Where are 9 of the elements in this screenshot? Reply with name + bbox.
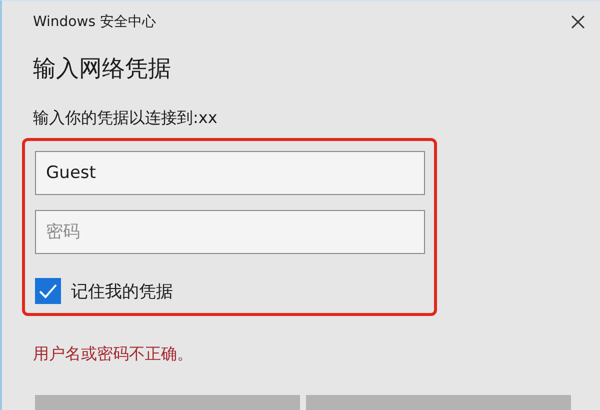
- prompt-text: 输入你的凭据以连接到:xx: [33, 108, 218, 129]
- window-title: Windows 安全中心: [33, 13, 156, 31]
- error-message: 用户名或密码不正确。: [33, 344, 194, 365]
- remember-checkbox[interactable]: [35, 278, 61, 304]
- close-icon[interactable]: [570, 14, 586, 30]
- password-field[interactable]: 密码: [35, 210, 425, 254]
- dialog-heading: 输入网络凭据: [33, 55, 172, 84]
- remember-label: 记住我的凭据: [71, 280, 173, 302]
- username-field[interactable]: Guest: [35, 151, 425, 195]
